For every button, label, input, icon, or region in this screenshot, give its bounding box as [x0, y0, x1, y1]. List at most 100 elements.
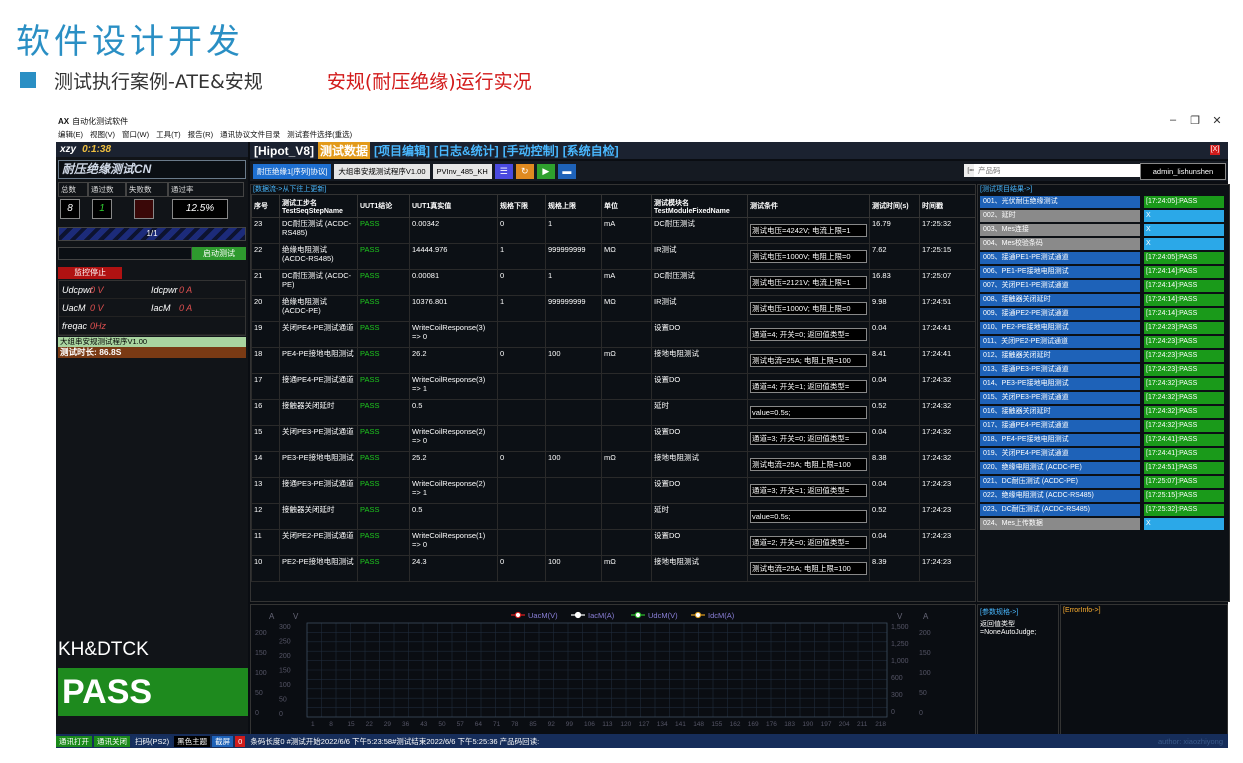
- table-row[interactable]: 19 关闭PE4-PE测试通道 PASS WriteCoilResponse(3) =…: [251, 321, 975, 348]
- menu-report[interactable]: 报告(R): [188, 129, 213, 140]
- restore-icon[interactable]: ❐: [1184, 114, 1206, 127]
- product-code-input[interactable]: [974, 164, 1146, 177]
- result-item[interactable]: 004、Mes校验条码 X: [978, 238, 1229, 250]
- condition-field[interactable]: 测试电流=25A; 电阻上限=100: [750, 354, 867, 367]
- sequence-button[interactable]: 耐压绝缘1[序列]协议]: [253, 163, 332, 179]
- protocol-select[interactable]: PVInv_485_KH: [432, 163, 492, 179]
- result-item[interactable]: 003、Mes连接 X: [978, 224, 1229, 236]
- result-item[interactable]: 002、延时 X: [978, 210, 1229, 222]
- cell-time: 0.04: [869, 373, 920, 400]
- cell-name: 关闭PE2-PE测试通道: [279, 529, 358, 556]
- tab-project-edit[interactable]: [项目编辑]: [374, 142, 430, 159]
- table-row[interactable]: 23 DC耐压测试 (ACDC-RS485) PASS 0.00342 0 1 mA DC耐压…: [251, 217, 975, 244]
- result-item[interactable]: 006、PE1-PE接地电阻测试 [17:24:14]:PASS: [978, 266, 1229, 278]
- panel-close-button[interactable]: [X]: [1210, 145, 1220, 155]
- scan-ps2-button[interactable]: 扫码(PS2): [132, 735, 173, 747]
- left-tick-inner: 100: [279, 682, 291, 689]
- table-row[interactable]: 15 关闭PE3-PE测试通道 PASS WriteCoilResponse(2) =…: [251, 425, 975, 452]
- screenshot-button[interactable]: 截屏: [212, 735, 234, 747]
- cell-name: PE3-PE接地电阻测试: [279, 451, 358, 478]
- table-row[interactable]: 11 关闭PE2-PE测试通道 PASS WriteCoilResponse(1) =…: [251, 529, 975, 556]
- condition-field[interactable]: 测试电压=4242V; 电流上限=1: [750, 224, 867, 237]
- result-item[interactable]: 020、绝缘电阻测试 (ACDC-PE) [17:24:51]:PASS: [978, 462, 1229, 474]
- table-row[interactable]: 21 DC耐压测试 (ACDC-PE) PASS 0.00081 0 1 mA DC耐压测试测…: [251, 269, 975, 296]
- tab-log-stats[interactable]: [日志&统计]: [434, 142, 499, 159]
- result-item[interactable]: 007、关闭PE1-PE测试通道 [17:24:14]:PASS: [978, 280, 1229, 292]
- close-icon[interactable]: ✕: [1206, 114, 1228, 127]
- condition-field[interactable]: 通道=3; 开关=1; 返回值类型=: [750, 484, 867, 497]
- x-tick: 15: [347, 721, 355, 728]
- list-icon[interactable]: ☰: [494, 163, 513, 179]
- table-row[interactable]: 18 PE4-PE接地电阻测试 PASS 26.2 0 100 mΩ 接地电阻测试 测试电流=2…: [251, 347, 975, 374]
- condition-field[interactable]: 通道=3; 开关=0; 返回值类型=: [750, 432, 867, 445]
- condition-field[interactable]: value=0.5s;: [750, 406, 867, 419]
- tab-manual-control[interactable]: [手动控制]: [503, 142, 559, 159]
- result-item[interactable]: 005、接通PE1-PE测试通道 [17:24:05]:PASS: [978, 252, 1229, 264]
- condition-field[interactable]: 通道=4; 开关=1; 返回值类型=: [750, 380, 867, 393]
- result-item[interactable]: 021、DC耐压测试 (ACDC-PE) [17:25:07]:PASS: [978, 476, 1229, 488]
- menu-protocol-dir[interactable]: 通讯协议文件目录: [220, 129, 280, 140]
- result-item[interactable]: 009、接通PE2-PE测试通道 [17:24:14]:PASS: [978, 308, 1229, 320]
- cell-module: 接地电阻测试: [651, 347, 748, 374]
- condition-field[interactable]: 测试电流=25A; 电阻上限=100: [750, 562, 867, 575]
- result-item[interactable]: 010、PE2-PE接地电阻测试 [17:24:23]:PASS: [978, 322, 1229, 334]
- table-row[interactable]: 22 绝缘电阻测试 (ACDC-RS485) PASS 14444.976 1 99999…: [251, 243, 975, 270]
- program-select[interactable]: 大组串安规测试程序V1.00: [334, 163, 430, 179]
- table-row[interactable]: 12 接触器关闭延时 PASS 0.5 延时 value=0.5s; 0.52 17:24:2…: [251, 503, 975, 530]
- cell-value: 0.00342: [409, 217, 498, 244]
- stats-total: 8: [60, 199, 80, 219]
- table-row[interactable]: 10 PE2-PE接地电阻测试 PASS 24.3 0 100 mΩ 接地电阻测试 测试电流=2…: [251, 555, 975, 582]
- menu-suite-select[interactable]: 测试套件选择(重选): [287, 129, 352, 140]
- result-item[interactable]: 008、接触器关闭延时 [17:24:14]:PASS: [978, 294, 1229, 306]
- cell-stamp: 17:24:51: [919, 295, 975, 322]
- monitor-stop-button[interactable]: 监控停止: [58, 267, 122, 279]
- menu-tools[interactable]: 工具(T): [156, 129, 181, 140]
- result-item-name: 003、Mes连接: [980, 224, 1140, 236]
- result-item[interactable]: 016、接触器关闭延时 [17:24:32]:PASS: [978, 406, 1229, 418]
- result-item[interactable]: 019、关闭PE4-PE测试通道 [17:24:41]:PASS: [978, 448, 1229, 460]
- folder-icon[interactable]: ▬: [557, 163, 576, 179]
- condition-field[interactable]: 测试电压=2121V; 电流上限=1: [750, 276, 867, 289]
- minimize-icon[interactable]: –: [1162, 114, 1184, 127]
- table-row[interactable]: 17 接通PE4-PE测试通道 PASS WriteCoilResponse(3) =…: [251, 373, 975, 400]
- comm-open-button[interactable]: 通讯打开: [56, 735, 92, 747]
- barcode-field[interactable]: [58, 247, 192, 260]
- current-user[interactable]: admin_lishunshen: [1140, 163, 1226, 180]
- cell-result: PASS: [357, 373, 410, 400]
- refresh-icon[interactable]: ↻: [515, 163, 534, 179]
- result-item[interactable]: 012、接触器关闭延时 [17:24:23]:PASS: [978, 350, 1229, 362]
- result-item[interactable]: 017、接通PE4-PE测试通道 [17:24:32]:PASS: [978, 420, 1229, 432]
- result-item[interactable]: 001、光伏耐压绝缘测试 [17:24:05]:PASS: [978, 196, 1229, 208]
- play-icon[interactable]: ▶: [536, 163, 555, 179]
- cell-time: 7.62: [869, 243, 920, 270]
- condition-field[interactable]: 通道=2; 开关=0; 返回值类型=: [750, 536, 867, 549]
- table-row[interactable]: 16 接触器关闭延时 PASS 0.5 延时 value=0.5s; 0.52 17:24:3…: [251, 399, 975, 426]
- condition-field[interactable]: 测试电压=1000V; 电阻上限=0: [750, 250, 867, 263]
- result-item[interactable]: 011、关闭PE2-PE测试通道 [17:24:23]:PASS: [978, 336, 1229, 348]
- result-item[interactable]: 024、Mes上传数据 X: [978, 518, 1229, 530]
- dark-theme-button[interactable]: 黑色主题: [174, 735, 211, 747]
- result-item[interactable]: 023、DC耐压测试 (ACDC-RS485) [17:25:32]:PASS: [978, 504, 1229, 516]
- x-tick: 197: [821, 721, 832, 728]
- result-item[interactable]: 014、PE3-PE接地电阻测试 [17:24:32]:PASS: [978, 378, 1229, 390]
- menu-window[interactable]: 窗口(W): [122, 129, 149, 140]
- result-item[interactable]: 022、绝缘电阻测试 (ACDC-RS485) [17:25:15]:PASS: [978, 490, 1229, 502]
- menu-edit[interactable]: 编辑(E): [58, 129, 83, 140]
- result-item-status: [17:24:51]:PASS: [1144, 462, 1224, 474]
- result-item[interactable]: 018、PE4-PE接地电阻测试 [17:24:41]:PASS: [978, 434, 1229, 446]
- start-test-button[interactable]: 启动测试: [192, 247, 246, 260]
- condition-field[interactable]: 测试电压=1000V; 电阻上限=0: [750, 302, 867, 315]
- condition-field[interactable]: value=0.5s;: [750, 510, 867, 523]
- condition-field[interactable]: 测试电流=25A; 电阻上限=100: [750, 458, 867, 471]
- condition-field[interactable]: 通道=4; 开关=0; 返回值类型=: [750, 328, 867, 341]
- tab-self-check[interactable]: [系统自检]: [563, 142, 619, 159]
- table-row[interactable]: 20 绝缘电阻测试 (ACDC-PE) PASS 10376.801 1 99999999…: [251, 295, 975, 322]
- table-row[interactable]: 13 接通PE3-PE测试通道 PASS WriteCoilResponse(2) =…: [251, 477, 975, 504]
- result-item[interactable]: 015、关闭PE3-PE测试通道 [17:24:32]:PASS: [978, 392, 1229, 404]
- menu-view[interactable]: 视图(V): [90, 129, 115, 140]
- tab-test-data[interactable]: 测试数据: [318, 142, 371, 159]
- table-row[interactable]: 14 PE3-PE接地电阻测试 PASS 25.2 0 100 mΩ 接地电阻测试 测试电流=2…: [251, 451, 975, 478]
- comm-close-button[interactable]: 通讯关闭: [94, 735, 130, 747]
- cell-module: 设置DO: [651, 321, 748, 348]
- result-item[interactable]: 013、接通PE3-PE测试通道 [17:24:23]:PASS: [978, 364, 1229, 376]
